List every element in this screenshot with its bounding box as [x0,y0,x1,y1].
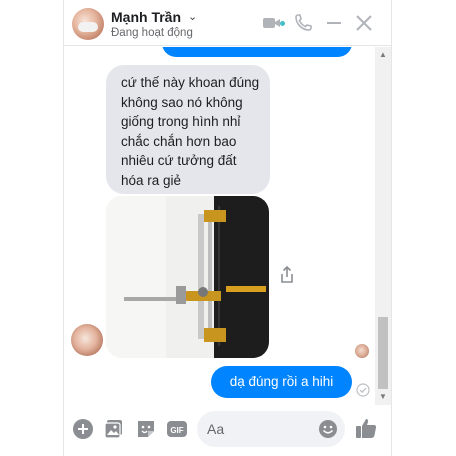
scroll-up-icon[interactable]: ▲ [379,50,387,59]
chevron-down-icon[interactable]: ⌄ [188,10,197,23]
scroll-thumb[interactable] [378,317,388,389]
sticker-icon[interactable] [135,418,157,440]
seen-avatar [355,344,369,358]
gif-label: GIF [170,426,183,435]
online-indicator [280,21,285,26]
video-icon[interactable] [262,13,282,33]
minimize-icon[interactable] [324,13,344,33]
like-icon[interactable] [354,416,378,440]
message-photo[interactable] [106,196,269,358]
photo-content [106,196,269,358]
composer: GIF [64,405,391,456]
incoming-message-bubble[interactable]: cứ thế này khoan đúng không sao nó không… [106,65,270,194]
close-icon[interactable] [354,13,374,33]
phone-icon[interactable] [293,13,313,33]
outgoing-message-bubble[interactable]: dạ đúng rồi a hihi [211,366,352,398]
message-input[interactable] [207,411,315,447]
contact-avatar[interactable] [72,8,104,40]
scrollbar[interactable]: ▲ ▼ [375,47,391,405]
chat-window: Mạnh Trần ⌄ Đang hoạt động cứ thế này kh… [63,0,392,456]
add-icon[interactable] [72,418,94,440]
scroll-down-icon[interactable]: ▼ [379,392,387,401]
contact-name[interactable]: Mạnh Trần [111,9,181,25]
emoji-icon[interactable] [318,419,338,439]
share-icon[interactable] [278,265,296,285]
sender-avatar[interactable] [71,324,103,356]
message-input-box[interactable] [197,411,345,447]
chat-header: Mạnh Trần ⌄ Đang hoạt động [64,0,391,46]
contact-status: Đang hoạt động [111,27,193,39]
previous-outgoing-bubble [162,47,352,57]
check-icon [356,383,370,397]
message-list[interactable]: cứ thế này khoan đúng không sao nó không… [64,47,376,405]
image-icon[interactable] [103,418,125,440]
gif-icon[interactable]: GIF [166,418,188,440]
